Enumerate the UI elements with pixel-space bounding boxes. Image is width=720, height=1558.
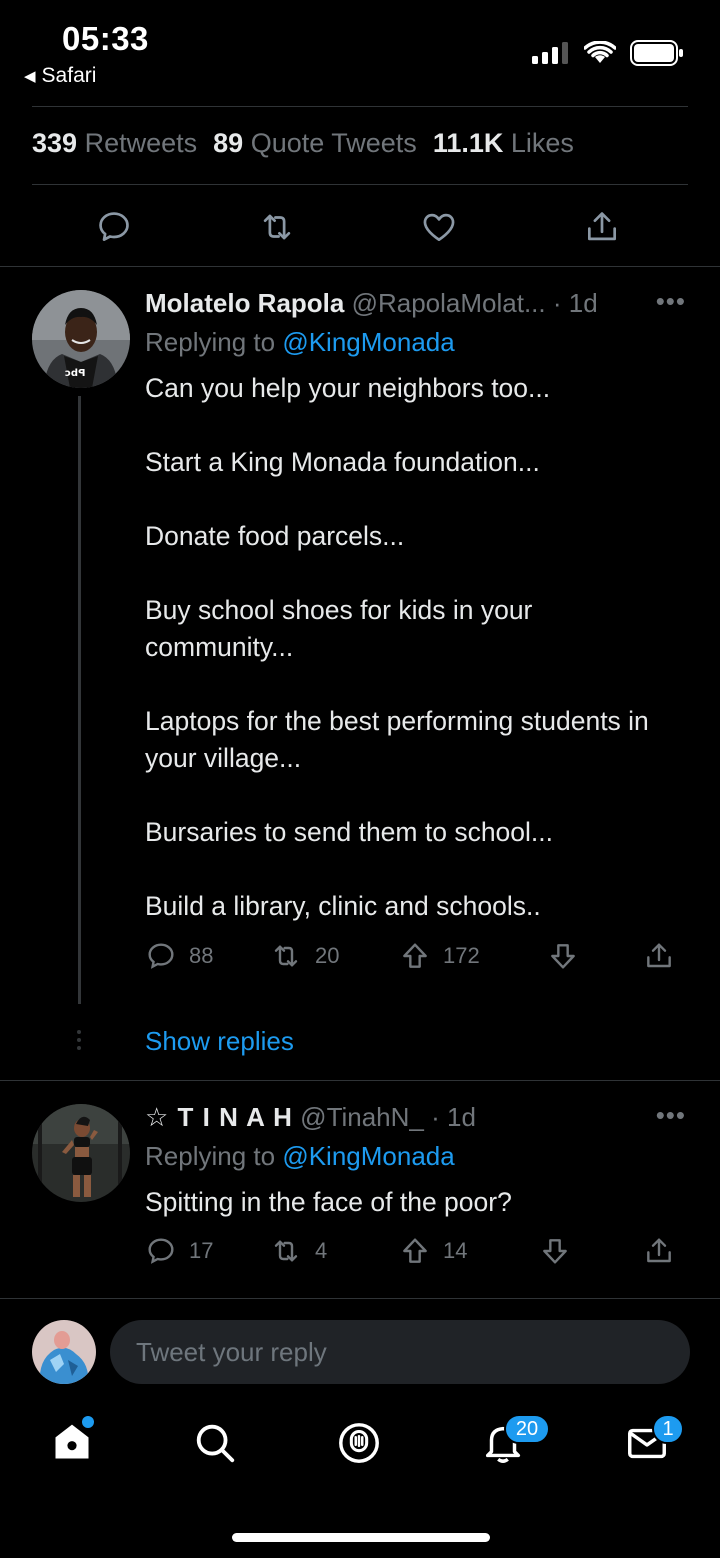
reply-icon [148, 1238, 174, 1264]
author-handle[interactable]: @TinahN_ [300, 1102, 424, 1132]
svg-text:ɔdꟼ: ɔdꟼ [65, 368, 85, 379]
retweet-button[interactable]: 4 [269, 1235, 327, 1267]
tweet-paragraph: Laptops for the best performing students… [145, 706, 649, 773]
back-to-app-button[interactable]: ◀ Safari [24, 64, 96, 88]
tab-notifications[interactable]: 20 [480, 1414, 550, 1471]
spaces-microphone-icon [339, 1423, 379, 1463]
mention-link[interactable]: @KingMonada [282, 1141, 454, 1171]
battery-icon [630, 40, 683, 66]
tweet-paragraph: Donate food parcels... [145, 521, 405, 551]
signal-icon [532, 42, 568, 64]
home-indicator[interactable] [232, 1533, 490, 1542]
divider [0, 1298, 720, 1299]
tweet-paragraph: Spitting in the face of the poor? [145, 1187, 512, 1217]
tab-search[interactable] [192, 1420, 238, 1471]
tweet-paragraph: Build a library, clinic and schools.. [145, 891, 541, 921]
upvote-count: 14 [443, 1238, 468, 1263]
search-icon [196, 1424, 235, 1463]
downvote-button[interactable] [547, 940, 579, 972]
retweets-stat[interactable]: 339 Retweets [32, 128, 197, 159]
downvote-button[interactable] [539, 1235, 571, 1267]
more-options-icon[interactable]: ••• [656, 1100, 686, 1131]
reply-icon [148, 943, 174, 969]
retweet-icon [274, 1240, 298, 1262]
retweet-icon[interactable] [257, 208, 297, 246]
reply-icon[interactable] [95, 208, 133, 246]
divider [32, 184, 688, 185]
back-app-label: Safari [41, 64, 97, 87]
like-heart-icon[interactable] [420, 208, 458, 246]
downvote-arrow-icon [551, 944, 575, 969]
tweet-paragraph: Bursaries to send them to school... [145, 817, 554, 847]
thread-line [78, 396, 81, 1004]
share-button[interactable] [643, 940, 675, 972]
avatar[interactable] [32, 1104, 130, 1202]
likes-stat[interactable]: 11.1K Likes [433, 128, 574, 159]
show-replies-link[interactable]: Show replies [145, 1026, 294, 1057]
author-name[interactable]: ☆ T I N A H [145, 1102, 293, 1132]
status-bar: 05:33 ◀ Safari [0, 0, 720, 100]
author-row: Molatelo Rapola @RapolaMolat... · 1d [145, 288, 598, 319]
back-triangle-icon: ◀ [24, 68, 36, 85]
upvote-button[interactable]: 14 [399, 1235, 467, 1267]
tweet-metrics: 17 4 14 [145, 1235, 685, 1271]
upvote-count: 172 [443, 943, 480, 968]
reply-count: 17 [189, 1238, 214, 1263]
replying-to: Replying to @KingMonada [145, 327, 455, 357]
tweet-action-bar [0, 200, 720, 256]
share-icon [647, 1238, 671, 1263]
divider [32, 106, 688, 107]
retweet-count: 20 [315, 943, 340, 968]
upvote-arrow-icon [403, 1238, 427, 1263]
author-row: ☆ T I N A H @TinahN_ · 1d [145, 1102, 476, 1133]
tab-spaces[interactable] [336, 1420, 382, 1471]
share-icon [647, 943, 671, 968]
bottom-tab-bar: 20 1 [0, 1400, 720, 1500]
tweet-paragraph: Start a King Monada foundation... [145, 447, 540, 477]
tweet-paragraph: Buy school shoes for kids in your commun… [145, 595, 533, 662]
upvote-arrow-icon [403, 943, 427, 968]
thread-dots [77, 1030, 83, 1054]
quote-tweets-stat[interactable]: 89 Quote Tweets [213, 128, 417, 159]
retweet-count: 4 [315, 1238, 328, 1263]
tweet-paragraph: Can you help your neighbors too... [145, 373, 551, 403]
retweet-button[interactable]: 20 [269, 940, 339, 972]
reply-tweet[interactable]: ɔdꟼ Molatelo Rapola @RapolaMolat... · 1d… [0, 266, 720, 1080]
share-icon[interactable] [583, 208, 621, 246]
downvote-arrow-icon [543, 1239, 567, 1264]
tab-messages[interactable]: 1 [624, 1414, 684, 1471]
notifications-badge: 20 [504, 1414, 550, 1444]
tweet-reply-input[interactable]: Tweet your reply [110, 1320, 690, 1384]
status-icons [532, 40, 684, 66]
tweet-text: Can you help your neighbors too... Start… [145, 370, 685, 925]
replying-to: Replying to @KingMonada [145, 1141, 455, 1171]
mention-link[interactable]: @KingMonada [282, 327, 454, 357]
more-options-icon[interactable]: ••• [656, 286, 686, 317]
tab-home[interactable] [50, 1416, 94, 1469]
reply-tweet[interactable]: ☆ T I N A H @TinahN_ · 1d ••• Replying t… [0, 1080, 720, 1296]
tweet-metrics: 88 20 172 [145, 940, 685, 976]
engagement-stats: 339 Retweets 89 Quote Tweets 11.1K Likes [32, 128, 574, 159]
author-name[interactable]: Molatelo Rapola [145, 288, 344, 318]
share-button[interactable] [643, 1235, 675, 1267]
wifi-icon [584, 41, 616, 63]
clock: 05:33 [62, 20, 149, 57]
messages-badge: 1 [652, 1414, 684, 1444]
reply-count: 88 [189, 943, 214, 968]
upvote-button[interactable]: 172 [399, 940, 480, 972]
my-avatar[interactable] [32, 1320, 96, 1384]
reply-composer: Tweet your reply [0, 1300, 720, 1400]
tweet-time: · 1d [431, 1102, 476, 1132]
avatar[interactable]: ɔdꟼ [32, 290, 130, 388]
tweet-time: · 1d [552, 288, 598, 318]
reply-button[interactable]: 17 [145, 1235, 213, 1267]
tweet-text: Spitting in the face of the poor? [145, 1184, 685, 1221]
retweet-icon [274, 945, 298, 967]
reply-button[interactable]: 88 [145, 940, 213, 972]
home-new-dot [82, 1416, 94, 1428]
author-handle[interactable]: @RapolaMolat... [352, 288, 546, 318]
